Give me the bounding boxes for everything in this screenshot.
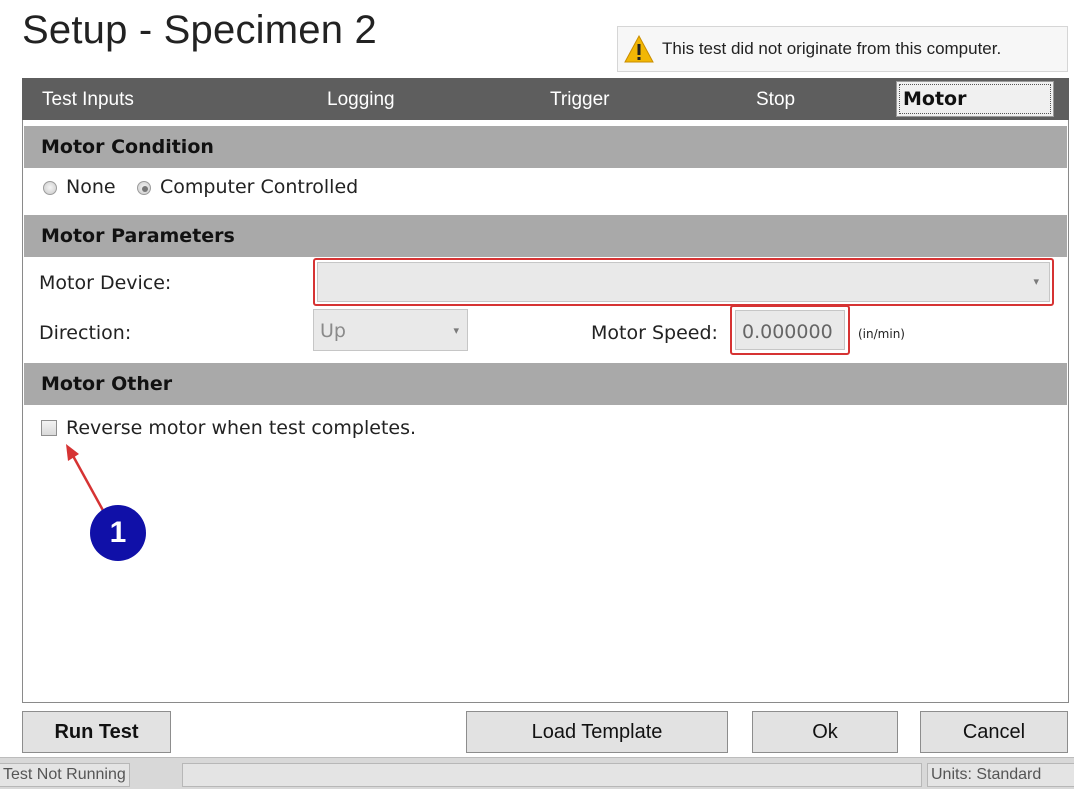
motor-speed-value: 0.000000 [742, 321, 833, 343]
chevron-down-icon: ▾ [453, 324, 459, 337]
ok-button[interactable]: Ok [752, 711, 898, 753]
motor-device-select[interactable]: ▾ [317, 262, 1050, 302]
test-status: Test Not Running [0, 763, 130, 787]
reverse-motor-checkbox[interactable] [41, 420, 57, 436]
warning-text: This test did not originate from this co… [662, 39, 1002, 58]
status-bar: Test Not Running Units: Standard [0, 757, 1074, 789]
motor-parameters-header: Motor Parameters [24, 215, 1067, 257]
load-template-button[interactable]: Load Template [466, 711, 728, 753]
tab-test-inputs[interactable]: Test Inputs [42, 78, 134, 120]
radio-none[interactable] [43, 181, 57, 195]
focus-outline [899, 84, 1051, 114]
motor-speed-input[interactable]: 0.000000 [735, 310, 845, 350]
radio-computer-controlled-label: Computer Controlled [160, 176, 359, 198]
tab-bar: Test Inputs Logging Trigger Stop Motor [22, 78, 1069, 120]
reverse-motor-label: Reverse motor when test completes. [66, 417, 417, 439]
motor-other-header: Motor Other [24, 363, 1067, 405]
radio-none-label: None [66, 176, 116, 198]
radio-computer-controlled[interactable] [137, 181, 151, 195]
motor-speed-unit: (in/min) [858, 327, 905, 341]
direction-value: Up [320, 320, 346, 342]
motor-speed-label: Motor Speed: [591, 322, 718, 344]
tab-motor[interactable]: Motor [896, 81, 1054, 117]
status-progress [182, 763, 922, 787]
direction-select[interactable]: Up ▾ [313, 309, 468, 351]
tab-stop[interactable]: Stop [756, 78, 795, 120]
chevron-down-icon: ▾ [1033, 275, 1039, 288]
tab-trigger[interactable]: Trigger [550, 78, 609, 120]
motor-panel [22, 120, 1069, 703]
run-test-button[interactable]: Run Test [22, 711, 171, 753]
direction-label: Direction: [39, 322, 132, 344]
motor-condition-header: Motor Condition [24, 126, 1067, 168]
cancel-button[interactable]: Cancel [920, 711, 1068, 753]
tab-logging[interactable]: Logging [327, 78, 395, 120]
origin-warning: This test did not originate from this co… [617, 26, 1068, 72]
units-status: Units: Standard [927, 763, 1074, 787]
window-title: Setup - Specimen 2 [22, 8, 377, 52]
motor-device-label: Motor Device: [39, 272, 172, 294]
callout-marker: 1 [90, 505, 146, 561]
warning-icon [624, 34, 654, 64]
